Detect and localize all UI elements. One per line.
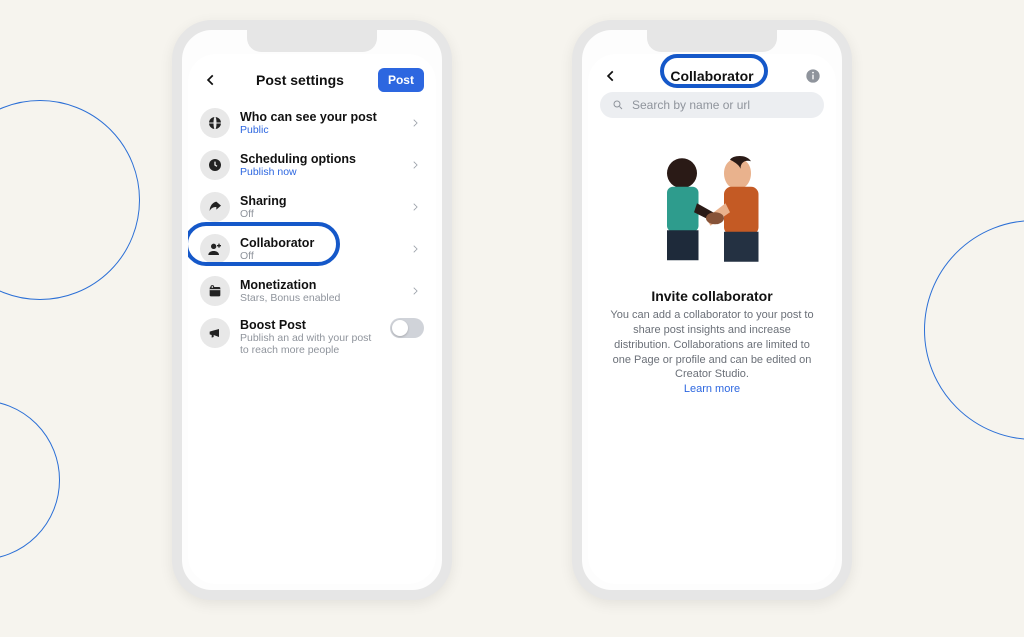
page-title: Collaborator [622, 68, 802, 84]
search-icon [612, 99, 624, 111]
chevron-right-icon [406, 202, 424, 212]
row-subtitle: Off [240, 208, 396, 220]
row-collaborator[interactable]: Collaborator Off [198, 228, 426, 270]
phone-mock-right: Collaborator Search by name or url [572, 20, 852, 600]
globe-icon [200, 108, 230, 138]
search-input[interactable]: Search by name or url [600, 92, 824, 118]
row-subtitle: Stars, Bonus enabled [240, 292, 396, 304]
back-button[interactable] [200, 73, 222, 87]
row-title: Sharing [240, 194, 396, 208]
boost-toggle[interactable] [390, 318, 424, 338]
row-sharing[interactable]: Sharing Off [198, 186, 426, 228]
row-scheduling[interactable]: Scheduling options Publish now [198, 144, 426, 186]
info-icon [805, 68, 821, 84]
row-title: Boost Post [240, 318, 380, 332]
info-button[interactable] [802, 68, 824, 84]
page-title: Post settings [256, 72, 344, 88]
invite-block: Invite collaborator You can add a collab… [598, 288, 826, 397]
monetization-icon [200, 276, 230, 306]
row-subtitle: Publish now [240, 166, 396, 178]
chevron-right-icon [406, 244, 424, 254]
row-monetization[interactable]: Monetization Stars, Bonus enabled [198, 270, 426, 312]
clock-icon [200, 150, 230, 180]
row-subtitle: Public [240, 124, 396, 136]
chevron-left-icon [604, 69, 618, 83]
megaphone-icon [200, 318, 230, 348]
row-subtitle: Off [240, 250, 396, 262]
invite-body-text: You can add a collaborator to your post … [610, 309, 813, 380]
row-title: Monetization [240, 278, 396, 292]
row-title: Scheduling options [240, 152, 396, 166]
handshake-illustration [637, 148, 787, 278]
phone-notch [247, 30, 377, 52]
illustration [598, 148, 826, 278]
chevron-right-icon [406, 286, 424, 296]
row-title: Who can see your post [240, 110, 396, 124]
back-button[interactable] [600, 69, 622, 83]
invite-title: Invite collaborator [606, 288, 818, 304]
person-plus-icon [200, 234, 230, 264]
invite-body: You can add a collaborator to your post … [606, 308, 818, 397]
phone-mock-left: Post settings Post Who can see your post… [172, 20, 452, 600]
chevron-right-icon [406, 160, 424, 170]
chevron-right-icon [406, 118, 424, 128]
post-button[interactable]: Post [378, 68, 424, 92]
row-boost[interactable]: Boost Post Publish an ad with your post … [198, 312, 426, 363]
phone-notch [647, 30, 777, 52]
row-visibility[interactable]: Who can see your post Public [198, 102, 426, 144]
chevron-left-icon [204, 73, 218, 87]
row-subtitle: Publish an ad with your post to reach mo… [240, 332, 380, 356]
search-placeholder: Search by name or url [632, 98, 750, 112]
learn-more-link[interactable]: Learn more [684, 383, 740, 395]
collaborator-header: Collaborator [598, 62, 826, 92]
post-settings-header: Post settings Post [198, 62, 426, 102]
row-title: Collaborator [240, 236, 396, 250]
share-icon [200, 192, 230, 222]
